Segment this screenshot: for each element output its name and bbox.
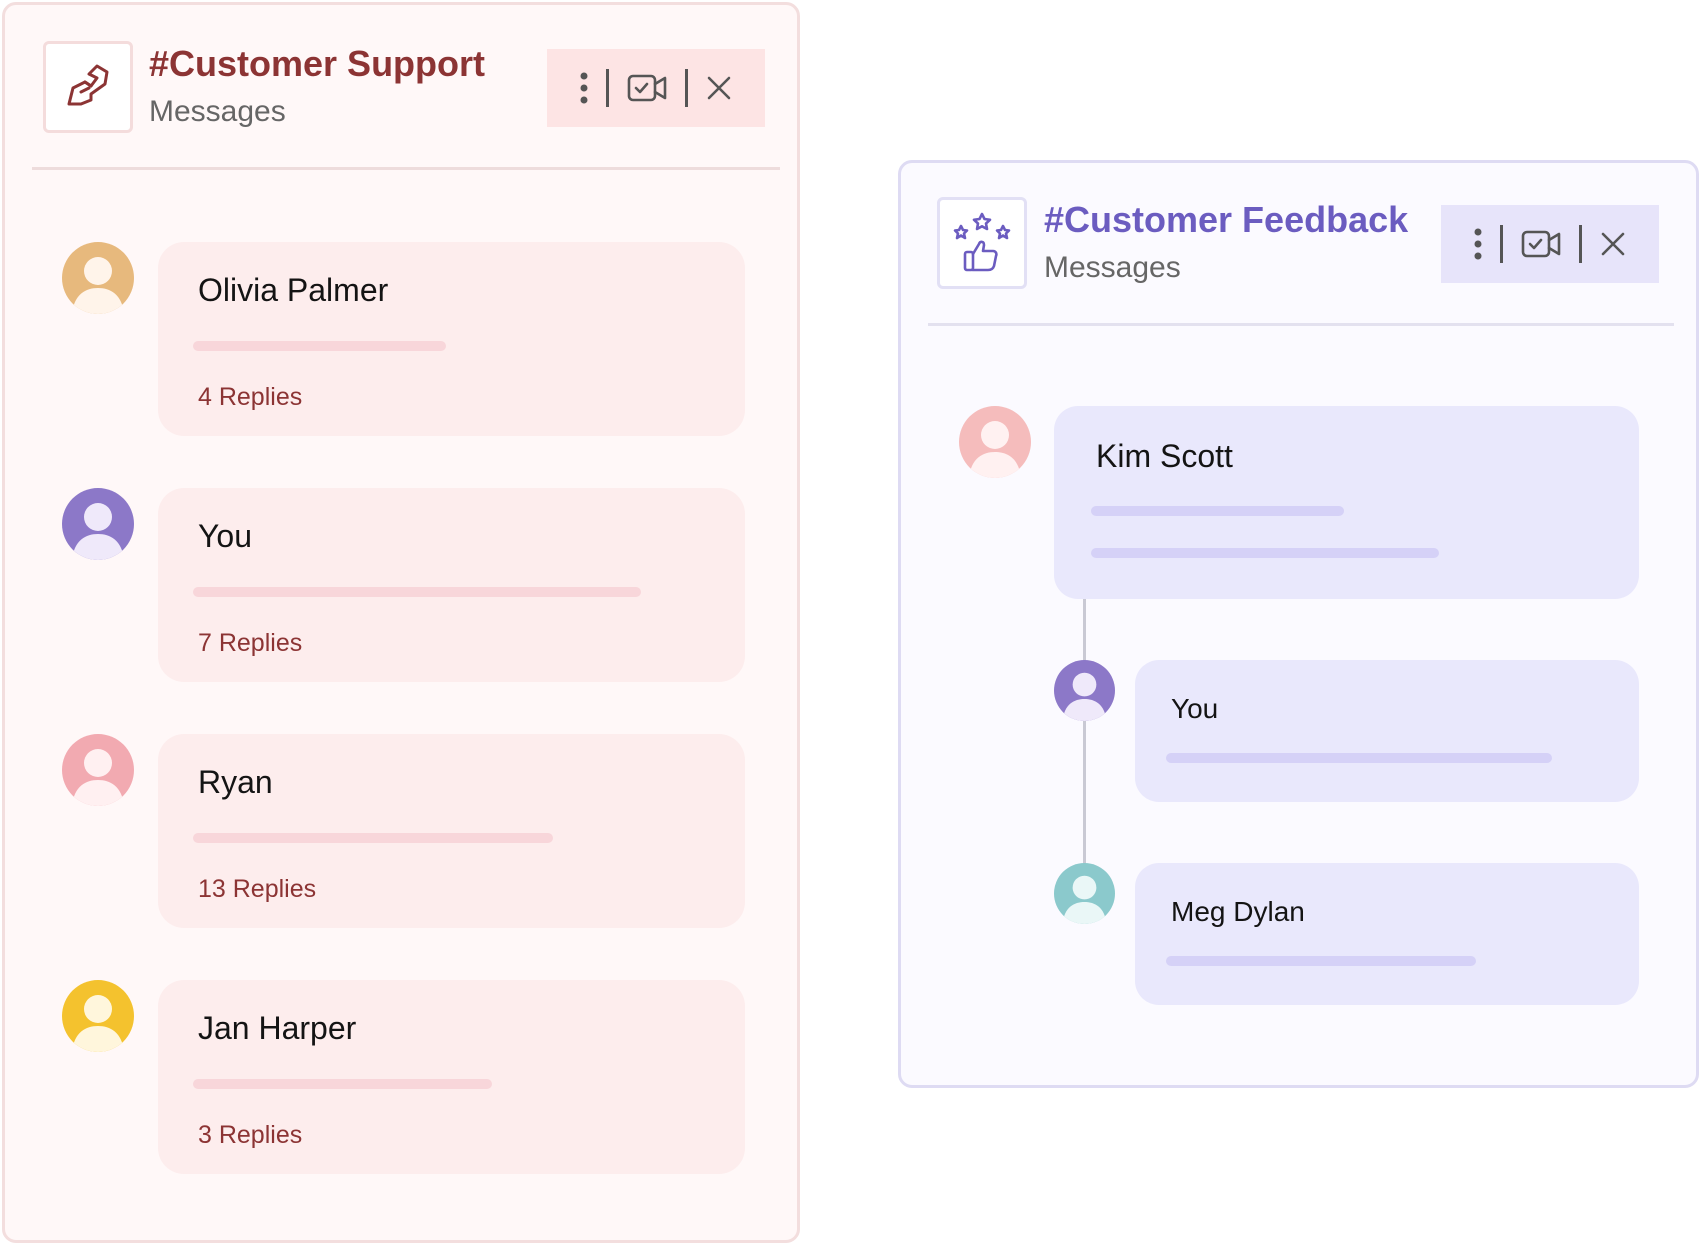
channel-title: #Customer Feedback bbox=[1044, 199, 1409, 240]
thread-card[interactable]: You 7 Replies bbox=[158, 488, 745, 682]
more-vertical-icon bbox=[580, 72, 588, 104]
channel-subtitle: Messages bbox=[1044, 251, 1181, 284]
toolbar-separator bbox=[1579, 225, 1582, 263]
toolbar-separator bbox=[1500, 225, 1503, 263]
message-preview-placeholder bbox=[193, 1079, 492, 1089]
avatar[interactable] bbox=[959, 406, 1031, 478]
avatar[interactable] bbox=[62, 488, 134, 560]
reply-author: You bbox=[1171, 693, 1219, 724]
message-preview-placeholder bbox=[193, 587, 641, 597]
message-preview-placeholder bbox=[1091, 506, 1344, 516]
replies-link[interactable]: 7 Replies bbox=[198, 629, 302, 658]
channel-subtitle: Messages bbox=[149, 95, 286, 128]
close-icon bbox=[1601, 232, 1625, 256]
message-preview-placeholder bbox=[1166, 956, 1476, 966]
avatar[interactable] bbox=[1054, 660, 1115, 721]
header-divider bbox=[32, 167, 780, 170]
customer-support-panel: #Customer Support Messages Olivia Palmer… bbox=[2, 2, 800, 1243]
video-call-icon bbox=[627, 74, 667, 102]
thread-connector bbox=[1083, 598, 1086, 893]
message-preview-placeholder bbox=[1166, 753, 1552, 763]
thumbs-up-stars-icon bbox=[953, 212, 1011, 272]
toolbar-separator bbox=[606, 69, 609, 107]
close-button[interactable] bbox=[706, 75, 732, 101]
thread-author: Ryan bbox=[198, 764, 273, 800]
replies-link[interactable]: 13 Replies bbox=[198, 875, 316, 904]
replies-link[interactable]: 4 Replies bbox=[198, 383, 302, 412]
avatar[interactable] bbox=[1054, 863, 1115, 924]
channel-logo bbox=[937, 197, 1027, 289]
channel-toolbar bbox=[1441, 205, 1659, 283]
header-divider bbox=[928, 323, 1674, 326]
more-vertical-icon bbox=[1474, 228, 1482, 260]
avatar[interactable] bbox=[62, 980, 134, 1052]
handshake-icon bbox=[67, 64, 109, 106]
more-options-button[interactable] bbox=[1474, 228, 1482, 260]
thread-author: Kim Scott bbox=[1096, 438, 1233, 474]
thread-card[interactable]: Jan Harper 3 Replies bbox=[158, 980, 745, 1174]
thread-card[interactable]: Olivia Palmer 4 Replies bbox=[158, 242, 745, 436]
more-options-button[interactable] bbox=[580, 72, 588, 104]
thread-card[interactable]: Kim Scott bbox=[1054, 406, 1639, 599]
message-preview-placeholder bbox=[1091, 548, 1439, 558]
channel-toolbar bbox=[547, 49, 765, 127]
message-preview-placeholder bbox=[193, 833, 553, 843]
message-preview-placeholder bbox=[193, 341, 446, 351]
customer-feedback-panel: #Customer Feedback Messages Kim Scott Yo… bbox=[898, 160, 1699, 1088]
thread-author: You bbox=[198, 518, 252, 554]
video-call-button[interactable] bbox=[1521, 229, 1561, 259]
channel-title: #Customer Support bbox=[149, 43, 486, 84]
close-button[interactable] bbox=[1600, 231, 1626, 257]
thread-author: Olivia Palmer bbox=[198, 272, 389, 308]
video-call-icon bbox=[1521, 230, 1561, 258]
close-icon bbox=[707, 76, 731, 100]
replies-link[interactable]: 3 Replies bbox=[198, 1121, 302, 1150]
reply-author: Meg Dylan bbox=[1171, 896, 1305, 927]
reply-card[interactable]: You bbox=[1135, 660, 1639, 802]
reply-card[interactable]: Meg Dylan bbox=[1135, 863, 1639, 1005]
avatar[interactable] bbox=[62, 734, 134, 806]
avatar[interactable] bbox=[62, 242, 134, 314]
thread-card[interactable]: Ryan 13 Replies bbox=[158, 734, 745, 928]
thread-author: Jan Harper bbox=[198, 1010, 357, 1046]
video-call-button[interactable] bbox=[627, 73, 667, 103]
toolbar-separator bbox=[685, 69, 688, 107]
channel-logo bbox=[43, 41, 133, 133]
